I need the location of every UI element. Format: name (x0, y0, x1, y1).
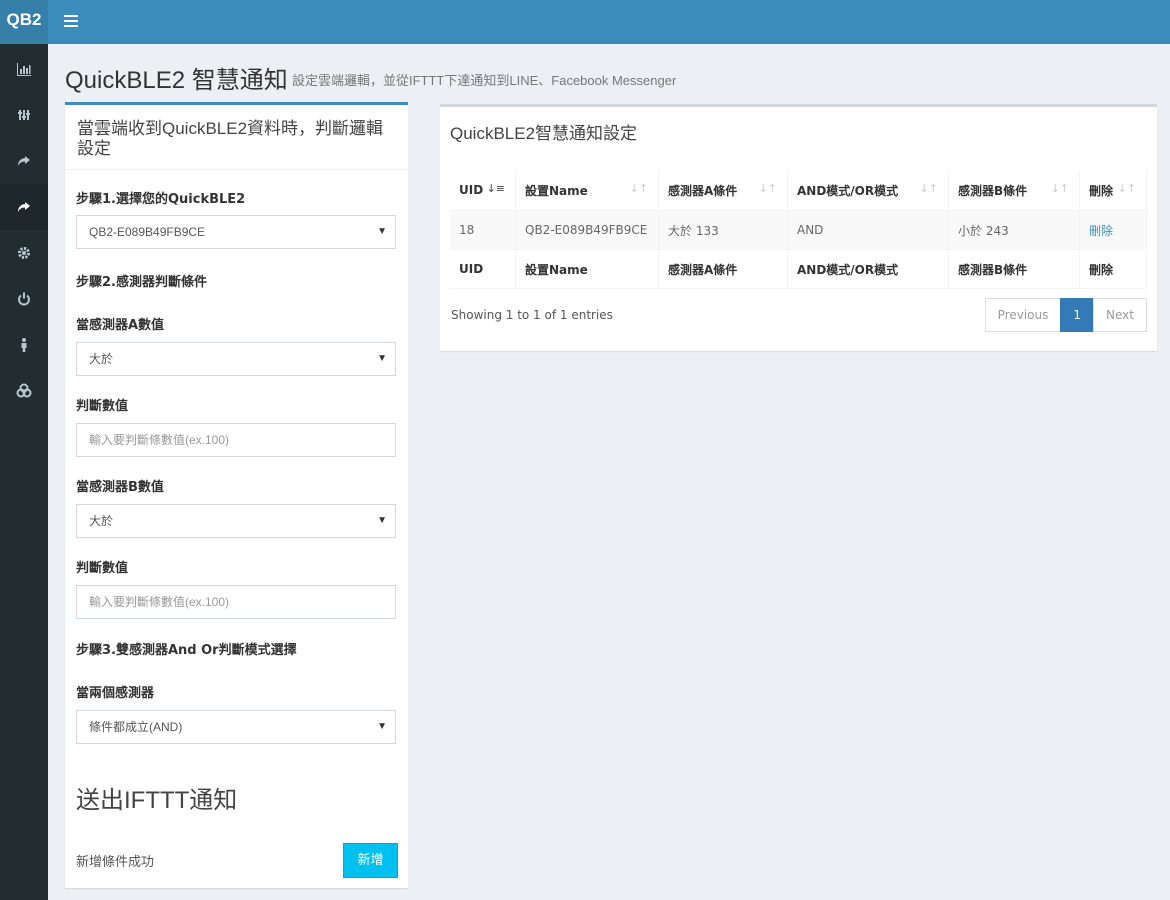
cell-mode: AND (787, 210, 949, 250)
table-row: 18 QB2-E089B49FB9CE 大於 133 AND 小於 243 刪除 (450, 210, 1147, 250)
cogs-icon (16, 383, 32, 398)
mode-select-value: 條件都成立(AND) (89, 720, 183, 734)
logic-settings-box: 當雲端收到QuickBLE2資料時，判斷邏輯設定 步驟1.選擇您的QuickBL… (65, 102, 408, 888)
value-a-input[interactable]: 輸入要判斷條數值(ex.100) (76, 423, 396, 457)
dropdown-caret-icon: ▼ (377, 226, 387, 237)
pagination: Previous 1 Next (984, 298, 1147, 332)
sidebar-item-config[interactable] (0, 230, 48, 276)
sliders-icon (18, 110, 30, 120)
device-select[interactable]: QB2-E089B49FB9CE ▼ (76, 215, 396, 249)
step1-label: 步驟1.選擇您的QuickBLE2 (76, 192, 246, 207)
form-title: 當雲端收到QuickBLE2資料時，判斷邏輯設定 (65, 105, 408, 170)
sort-asc-icon: ↓≡ (486, 182, 505, 195)
sidebar-item-tools[interactable] (0, 368, 48, 414)
footer-mode: AND模式/OR模式 (787, 249, 949, 289)
page-title: QuickBLE2 智慧通知 (65, 67, 288, 94)
share-arrow-icon (18, 202, 30, 212)
top-navbar: QB2 (0, 0, 1170, 44)
settings-table: UID ↓≡ 設置Name ↓↑ 感測器A條件 ↓↑ AND模式/OR模式 ↓↑ 感測器… (450, 170, 1147, 289)
dropdown-caret-icon: ▼ (377, 515, 387, 526)
sensor-a-label: 當感測器A數值 (76, 318, 165, 333)
cell-delete: 刪除 (1079, 210, 1147, 250)
sidebar-item-notify[interactable] (0, 184, 48, 230)
table-info: Showing 1 to 1 of 1 entries (451, 308, 613, 322)
cell-uid: 18 (450, 210, 516, 250)
footer-name: 設置Name (515, 249, 659, 289)
sidebar-item-settings[interactable] (0, 92, 48, 138)
column-header-name[interactable]: 設置Name ↓↑ (515, 170, 659, 211)
sidebar-item-dashboard[interactable] (0, 46, 48, 92)
value-b-input[interactable]: 輸入要判斷條數值(ex.100) (76, 585, 396, 619)
step2-label: 步驟2.感測器判斷條件 (76, 275, 207, 290)
app-logo[interactable]: QB2 (0, 0, 48, 44)
footer-uid: UID (450, 249, 516, 289)
sidebar-item-user[interactable] (0, 322, 48, 368)
mode-select[interactable]: 條件都成立(AND) ▼ (76, 710, 396, 744)
delete-link[interactable]: 刪除 (1089, 224, 1113, 238)
notify-settings-box: QuickBLE2智慧通知設定 UID ↓≡ 設置Name ↓↑ 感測器A條件 ↓↑ … (440, 104, 1157, 351)
cell-name: QB2-E089B49FB9CE (515, 210, 659, 250)
cell-cond-a: 大於 133 (658, 210, 788, 250)
value-b-label: 判斷數值 (76, 561, 129, 576)
page-1-button[interactable]: 1 (1060, 298, 1095, 332)
share-arrow-icon (18, 156, 30, 166)
power-icon (18, 292, 30, 306)
footer-cond-b: 感測器B條件 (948, 249, 1080, 289)
column-header-delete[interactable]: 刪除 ↓↑ (1079, 170, 1147, 211)
sort-icon: ↓↑ (919, 182, 938, 195)
column-header-cond-a[interactable]: 感測器A條件 ↓↑ (658, 170, 788, 211)
sensor-a-select-value: 大於 (89, 352, 114, 366)
sensor-b-select-value: 大於 (89, 514, 114, 528)
sensor-b-select[interactable]: 大於 ▼ (76, 504, 396, 538)
bar-chart-icon (17, 63, 31, 76)
footer-delete: 刪除 (1079, 249, 1147, 289)
sort-icon: ↓↑ (1050, 182, 1069, 195)
previous-button[interactable]: Previous (984, 298, 1062, 332)
gear-icon (18, 247, 30, 259)
sort-icon: ↓↑ (758, 182, 777, 195)
sort-icon: ↓↑ (1117, 182, 1136, 195)
dropdown-caret-icon: ▼ (377, 721, 387, 732)
menu-toggle-icon[interactable] (62, 12, 80, 30)
value-a-label: 判斷數值 (76, 399, 129, 414)
sensor-b-label: 當感測器B數值 (76, 480, 164, 495)
sort-icon: ↓↑ (629, 182, 648, 195)
ifttt-title: 送出IFTTT通知 (76, 787, 238, 814)
sidebar-item-power[interactable] (0, 276, 48, 322)
column-header-mode[interactable]: AND模式/OR模式 ↓↑ (787, 170, 949, 211)
device-select-value: QB2-E089B49FB9CE (89, 225, 206, 239)
person-icon (21, 338, 27, 352)
next-button[interactable]: Next (1093, 298, 1147, 332)
sidebar (0, 44, 48, 900)
column-header-cond-b[interactable]: 感測器B條件 ↓↑ (948, 170, 1080, 211)
mode-label: 當兩個感測器 (76, 686, 155, 701)
footer-cond-a: 感測器A條件 (658, 249, 788, 289)
step3-label: 步驟3.雙感測器And Or判斷模式選擇 (76, 643, 297, 658)
sidebar-item-share[interactable] (0, 138, 48, 184)
sensor-a-select[interactable]: 大於 ▼ (76, 342, 396, 376)
table-title: QuickBLE2智慧通知設定 (450, 124, 638, 143)
page-subtitle: 設定雲端邏輯，並從IFTTT下達通知到LINE、Facebook Messeng… (292, 73, 677, 88)
cell-cond-b: 小於 243 (948, 210, 1080, 250)
add-button[interactable]: 新增 (343, 843, 398, 878)
dropdown-caret-icon: ▼ (377, 353, 387, 364)
column-header-uid[interactable]: UID ↓≡ (450, 170, 516, 211)
